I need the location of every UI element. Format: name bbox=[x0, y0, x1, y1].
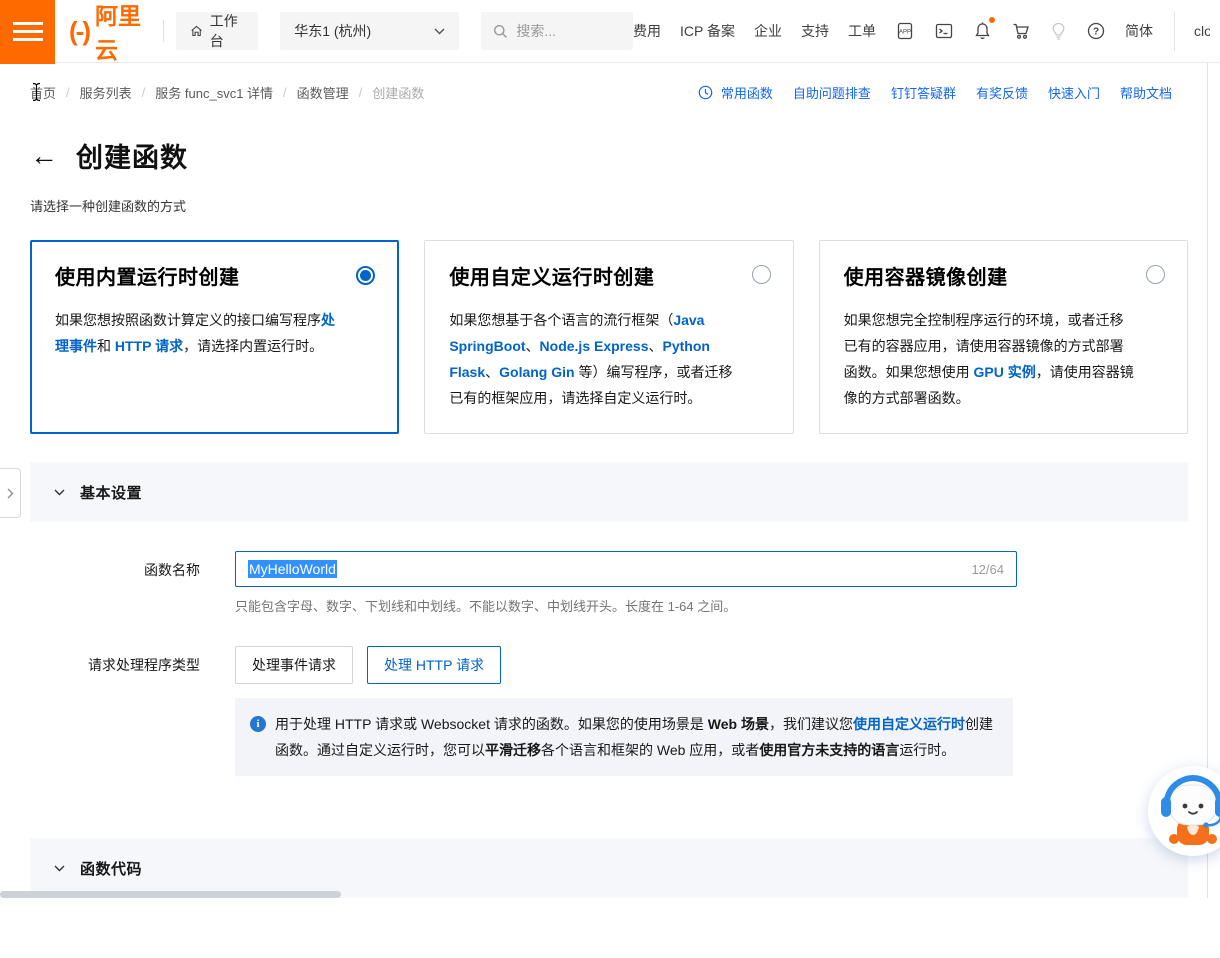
http-info-text: 用于处理 HTTP 请求或 Websocket 请求的函数。如果您的使用场景是 … bbox=[275, 711, 995, 763]
link-feedback[interactable]: 有奖反馈 bbox=[976, 83, 1028, 102]
function-name-label: 函数名称 bbox=[30, 551, 200, 580]
svg-text:APP: APP bbox=[899, 30, 911, 36]
breadcrumb-home[interactable]: 首页 bbox=[30, 83, 56, 102]
account-name-clipped[interactable]: clo bbox=[1194, 23, 1210, 39]
workbench-label: 工作台 bbox=[210, 11, 244, 51]
region-label: 华东1 (杭州) bbox=[294, 21, 371, 41]
card-builtin-runtime[interactable]: 使用内置运行时创建 如果您想按照函数计算定义的接口编写程序处理事件和 HTTP … bbox=[30, 240, 399, 434]
divider bbox=[1174, 11, 1175, 51]
breadcrumb-separator: / bbox=[66, 85, 70, 100]
menu-support[interactable]: 支持 bbox=[801, 21, 829, 41]
alibaba-cloud-logo[interactable]: (-) 阿里云 bbox=[69, 0, 149, 65]
link-help-docs[interactable]: 帮助文档 bbox=[1120, 83, 1172, 102]
link-quick-start[interactable]: 快速入门 bbox=[1048, 83, 1100, 102]
handler-type-label: 请求处理程序类型 bbox=[30, 655, 200, 675]
workbench-button[interactable]: 工作台 bbox=[176, 12, 259, 50]
quick-links: 常用函数 自助问题排查 钉钉答疑群 有奖反馈 快速入门 帮助文档 bbox=[698, 83, 1172, 102]
cart-icon[interactable] bbox=[1011, 21, 1031, 41]
breadcrumb-separator: / bbox=[142, 85, 146, 100]
chevron-right-icon bbox=[7, 488, 14, 499]
search-icon bbox=[493, 24, 508, 39]
region-selector[interactable]: 华东1 (杭州) bbox=[280, 12, 459, 50]
card-title: 使用自定义运行时创建 bbox=[449, 261, 768, 290]
card-title: 使用容器镜像创建 bbox=[844, 261, 1163, 290]
chevron-down-icon bbox=[54, 865, 65, 872]
hamburger-menu-icon[interactable] bbox=[0, 0, 55, 64]
sidebar-expand-handle[interactable] bbox=[0, 468, 21, 518]
notification-dot bbox=[989, 17, 995, 23]
chevron-down-icon bbox=[434, 28, 445, 35]
page-subtitle: 请选择一种创建函数的方式 bbox=[30, 196, 186, 215]
handle-http-request-button[interactable]: 处理 HTTP 请求 bbox=[367, 646, 501, 684]
robot-mascot-icon bbox=[1157, 773, 1220, 849]
function-code-header[interactable]: 函数代码 bbox=[30, 838, 1188, 898]
chevron-down-icon bbox=[54, 489, 65, 496]
bell-icon[interactable] bbox=[973, 21, 992, 41]
breadcrumb-current: 创建函数 bbox=[372, 83, 424, 102]
function-name-input[interactable]: MyHelloWorld 12/64 bbox=[235, 551, 1017, 587]
logo-bracket-icon: (-) bbox=[69, 18, 89, 44]
menu-billing[interactable]: 费用 bbox=[633, 21, 661, 41]
card-description: 如果您想基于各个语言的流行框架（Java SpringBoot、Node.js … bbox=[449, 307, 743, 411]
card-custom-runtime[interactable]: 使用自定义运行时创建 如果您想基于各个语言的流行框架（Java SpringBo… bbox=[424, 240, 793, 434]
divider bbox=[163, 20, 164, 42]
menu-icp[interactable]: ICP 备案 bbox=[680, 21, 735, 41]
breadcrumb: 首页 / 服务列表 / 服务 func_svc1 详情 / 函数管理 / 创建函… bbox=[30, 83, 424, 102]
radio-unselected-icon[interactable] bbox=[1146, 265, 1165, 284]
menu-ticket[interactable]: 工单 bbox=[848, 21, 876, 41]
global-search-input[interactable]: 搜索... bbox=[481, 12, 633, 50]
svg-text:?: ? bbox=[1093, 27, 1099, 38]
http-info-box: i 用于处理 HTTP 请求或 Websocket 请求的函数。如果您的使用场景… bbox=[235, 698, 1013, 776]
search-placeholder: 搜索... bbox=[516, 21, 556, 41]
card-title: 使用内置运行时创建 bbox=[55, 261, 374, 290]
breadcrumb-separator: / bbox=[359, 85, 363, 100]
home-icon bbox=[190, 23, 203, 39]
function-name-value: MyHelloWorld bbox=[248, 560, 337, 578]
function-name-hint: 只能包含字母、数字、下划线和中划线。不能以数字、中划线开头。长度在 1-64 之… bbox=[235, 596, 1017, 615]
breadcrumb-separator: / bbox=[283, 85, 287, 100]
basic-settings-panel: 基本设置 函数名称 MyHelloWorld 12/64 只能包含字母、数字、下… bbox=[30, 462, 1188, 808]
clock-icon bbox=[698, 85, 713, 100]
logo-text: 阿里云 bbox=[95, 0, 149, 65]
card-description: 如果您想按照函数计算定义的接口编写程序处理事件和 HTTP 请求，请选择内置运行… bbox=[55, 307, 349, 359]
app-icon[interactable]: APP bbox=[895, 21, 915, 41]
breadcrumb-function-mgmt[interactable]: 函数管理 bbox=[297, 83, 349, 102]
basic-settings-header[interactable]: 基本设置 bbox=[30, 462, 1188, 522]
customer-service-robot[interactable] bbox=[1148, 766, 1220, 856]
help-icon[interactable]: ? bbox=[1086, 21, 1106, 41]
radio-unselected-icon[interactable] bbox=[752, 265, 771, 284]
top-header: (-) 阿里云 工作台 华东1 (杭州) 搜索... 费用 ICP 备案 企业 … bbox=[0, 0, 1220, 63]
breadcrumb-bar: 首页 / 服务列表 / 服务 func_svc1 详情 / 函数管理 / 创建函… bbox=[0, 63, 1220, 121]
link-dingtalk-group[interactable]: 钉钉答疑群 bbox=[891, 83, 956, 102]
function-code-panel: 函数代码 bbox=[30, 838, 1188, 958]
creation-method-cards: 使用内置运行时创建 如果您想按照函数计算定义的接口编写程序处理事件和 HTTP … bbox=[30, 240, 1188, 434]
section-title: 基本设置 bbox=[80, 482, 142, 503]
card-container-image[interactable]: 使用容器镜像创建 如果您想完全控制程序运行的环境，或者迁移已有的容器应用，请使用… bbox=[819, 240, 1188, 434]
page-title: 创建函数 bbox=[76, 136, 188, 175]
terminal-icon[interactable] bbox=[934, 21, 954, 41]
link-self-troubleshoot[interactable]: 自助问题排查 bbox=[793, 83, 871, 102]
handle-event-request-button[interactable]: 处理事件请求 bbox=[235, 646, 353, 684]
info-icon: i bbox=[250, 716, 266, 732]
link-common-functions[interactable]: 常用函数 bbox=[721, 83, 773, 102]
char-counter: 12/64 bbox=[971, 562, 1004, 577]
breadcrumb-service-detail[interactable]: 服务 func_svc1 详情 bbox=[155, 83, 273, 102]
back-arrow-icon[interactable]: ← bbox=[30, 142, 58, 170]
menu-enterprise[interactable]: 企业 bbox=[754, 21, 782, 41]
section-title: 函数代码 bbox=[80, 858, 142, 879]
card-description: 如果您想完全控制程序运行的环境，或者迁移已有的容器应用，请使用容器镜像的方式部署… bbox=[844, 307, 1138, 411]
breadcrumb-service-list[interactable]: 服务列表 bbox=[80, 83, 132, 102]
language-toggle[interactable]: 简体 bbox=[1125, 21, 1153, 41]
horizontal-scrollbar-thumb[interactable] bbox=[0, 891, 341, 898]
bulb-icon[interactable] bbox=[1050, 21, 1067, 41]
